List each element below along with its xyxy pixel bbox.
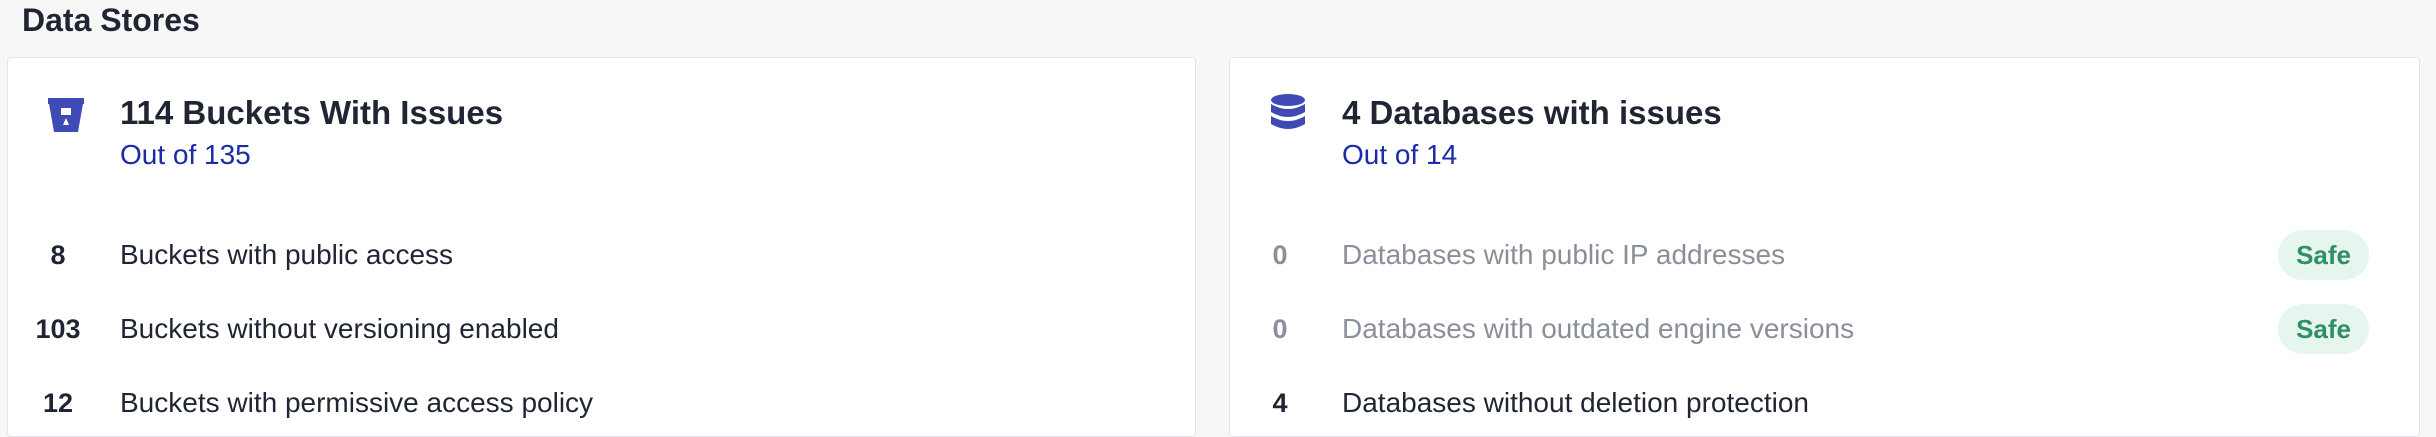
issue-label: Databases with outdated engine versions bbox=[1342, 313, 1855, 344]
issue-count: 12 bbox=[42, 388, 74, 418]
buckets-title: 114 Buckets With Issues bbox=[120, 94, 504, 131]
buckets-card[interactable]: 114 Buckets With Issues Out of 135 8 Buc… bbox=[7, 57, 1196, 437]
buckets-total[interactable]: Out of 135 bbox=[120, 136, 251, 174]
issue-count: 103 bbox=[35, 314, 81, 344]
issue-label: Databases without deletion protection bbox=[1342, 387, 1809, 418]
section-title: Data Stores bbox=[22, 2, 200, 38]
issue-count: 0 bbox=[1272, 240, 1288, 270]
issue-label: Buckets without versioning enabled bbox=[120, 313, 559, 344]
issue-count: 8 bbox=[50, 240, 66, 270]
database-issue-row[interactable]: 0 Databases with outdated engine version… bbox=[1230, 301, 2419, 357]
safe-badge: Safe bbox=[2278, 230, 2369, 280]
database-icon bbox=[1266, 92, 1310, 136]
issue-label: Databases with public IP addresses bbox=[1342, 239, 1786, 270]
bucket-issue-row[interactable]: 8 Buckets with public access bbox=[8, 227, 1195, 283]
safe-badge: Safe bbox=[2278, 304, 2369, 354]
databases-card[interactable]: 4 Databases with issues Out of 14 0 Data… bbox=[1229, 57, 2420, 437]
database-issue-row[interactable]: 0 Databases with public IP addresses Saf… bbox=[1230, 227, 2419, 283]
databases-total[interactable]: Out of 14 bbox=[1342, 136, 1457, 174]
bucket-issue-row[interactable]: 103 Buckets without versioning enabled bbox=[8, 301, 1195, 357]
issue-label: Buckets with permissive access policy bbox=[120, 387, 594, 418]
issue-count: 0 bbox=[1272, 314, 1288, 344]
database-issue-row[interactable]: 4 Databases without deletion protection bbox=[1230, 375, 2419, 431]
bucket-issue-row[interactable]: 12 Buckets with permissive access policy bbox=[8, 375, 1195, 431]
databases-title: 4 Databases with issues bbox=[1342, 94, 1722, 131]
issue-label: Buckets with public access bbox=[120, 239, 454, 270]
issue-count: 4 bbox=[1272, 388, 1288, 418]
bucket-icon bbox=[44, 92, 88, 136]
